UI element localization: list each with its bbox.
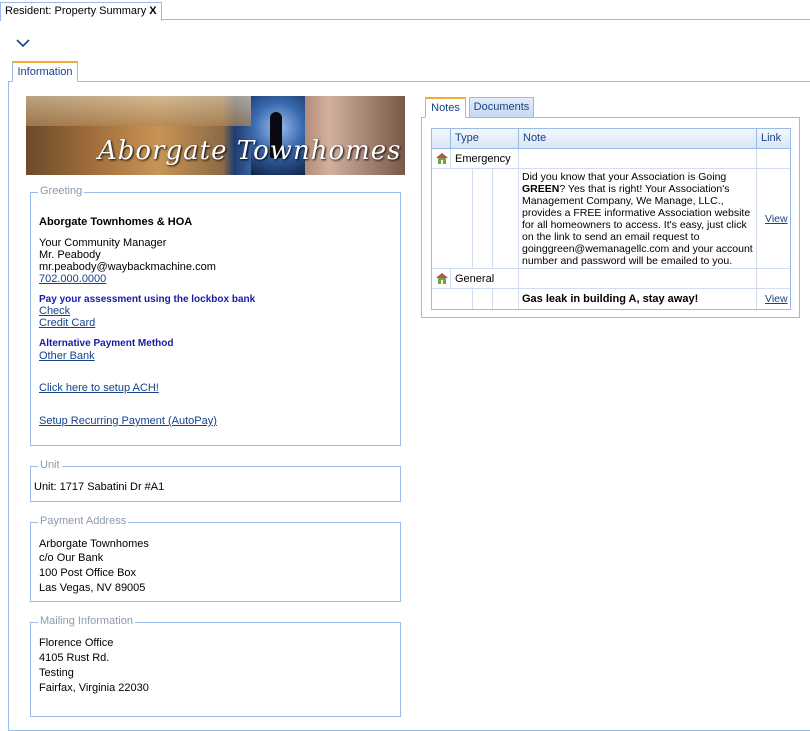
payment-address-line: Las Vegas, NV 89005 <box>39 582 146 594</box>
payment-address-line: c/o Our Bank <box>39 552 104 564</box>
payment-address-line: 100 Post Office Box <box>39 567 137 579</box>
community-banner-image: Aborgate Townhomes <box>26 96 405 175</box>
group-row-emergency[interactable]: Emergency <box>432 149 790 169</box>
tab-information[interactable]: Information <box>12 61 78 82</box>
group-row-general[interactable]: General <box>432 269 790 289</box>
house-icon <box>436 153 448 164</box>
greeting-section: Greeting Aborgate Townhomes & HOA Your C… <box>30 185 401 446</box>
note-text-part: Did you know that your Association is Go… <box>522 171 727 183</box>
lockbox-label: Pay your assessment using the lockbox ba… <box>39 294 256 305</box>
greeting-legend: Greeting <box>38 185 85 197</box>
setup-ach-link[interactable]: Click here to setup ACH! <box>39 382 159 394</box>
payment-address-section: Payment Address Arborgate Townhomes c/o … <box>30 515 401 602</box>
view-link[interactable]: View <box>765 213 788 225</box>
mailing-information-section: Mailing Information Florence Office 4105… <box>30 615 401 717</box>
mailing-address-line: Florence Office <box>39 637 114 649</box>
payment-address-legend: Payment Address <box>38 515 129 527</box>
group-type-label: Emergency <box>455 153 511 165</box>
column-header-link[interactable]: Link <box>756 129 791 148</box>
grid-header: Type Note Link <box>432 129 790 149</box>
close-icon[interactable]: X <box>149 5 156 17</box>
note-text-part: ? Yes that is right! Your Association's … <box>522 183 753 267</box>
column-header-type[interactable]: Type <box>450 129 518 148</box>
house-icon <box>436 273 448 284</box>
column-header-note[interactable]: Note <box>518 129 756 148</box>
phone-link[interactable]: 702.000.0000 <box>39 273 106 285</box>
info-tab-strip <box>8 81 810 82</box>
unit-section: Unit Unit: 1717 Sabatini Dr #A1 <box>30 459 401 502</box>
notes-grid: Type Note Link Emergency Did you know th… <box>431 128 791 310</box>
credit-card-link[interactable]: Credit Card <box>39 317 95 329</box>
tab-documents[interactable]: Documents <box>469 97 534 118</box>
other-bank-link[interactable]: Other Bank <box>39 350 95 362</box>
tab-title: Resident: Property Summary <box>5 5 147 17</box>
banner-title: Aborgate Townhomes <box>98 136 402 166</box>
autopay-link[interactable]: Setup Recurring Payment (AutoPay) <box>39 415 217 427</box>
manager-name: Mr. Peabody <box>39 249 101 261</box>
payment-address-line: Arborgate Townhomes <box>39 538 149 550</box>
table-row: Did you know that your Association is Go… <box>432 169 790 269</box>
view-link[interactable]: View <box>765 293 788 305</box>
manager-email: mr.peabody@waybackmachine.com <box>39 261 216 273</box>
manager-label: Your Community Manager <box>39 237 167 249</box>
mailing-address-line: Fairfax, Virginia 22030 <box>39 682 149 694</box>
note-text-emphasis: GREEN <box>522 183 560 195</box>
note-cell: Did you know that your Association is Go… <box>522 171 756 267</box>
association-name: Aborgate Townhomes & HOA <box>39 216 193 228</box>
unit-address: Unit: 1717 Sabatini Dr #A1 <box>34 481 165 493</box>
table-row: Gas leak in building A, stay away! View <box>432 289 790 309</box>
mailing-information-legend: Mailing Information <box>38 615 135 627</box>
check-link[interactable]: Check <box>39 305 70 317</box>
note-cell: Gas leak in building A, stay away! <box>522 293 699 305</box>
mailing-address-line: 4105 Rust Rd. <box>39 652 110 664</box>
mailing-address-line: Testing <box>39 667 74 679</box>
tab-notes[interactable]: Notes <box>425 97 466 118</box>
alternative-payment-label: Alternative Payment Method <box>39 338 174 349</box>
chevron-down-icon[interactable] <box>15 37 31 49</box>
group-type-label: General <box>455 273 495 285</box>
tab-property-summary[interactable]: Resident: Property Summary X <box>0 2 162 21</box>
unit-legend: Unit <box>38 459 62 471</box>
